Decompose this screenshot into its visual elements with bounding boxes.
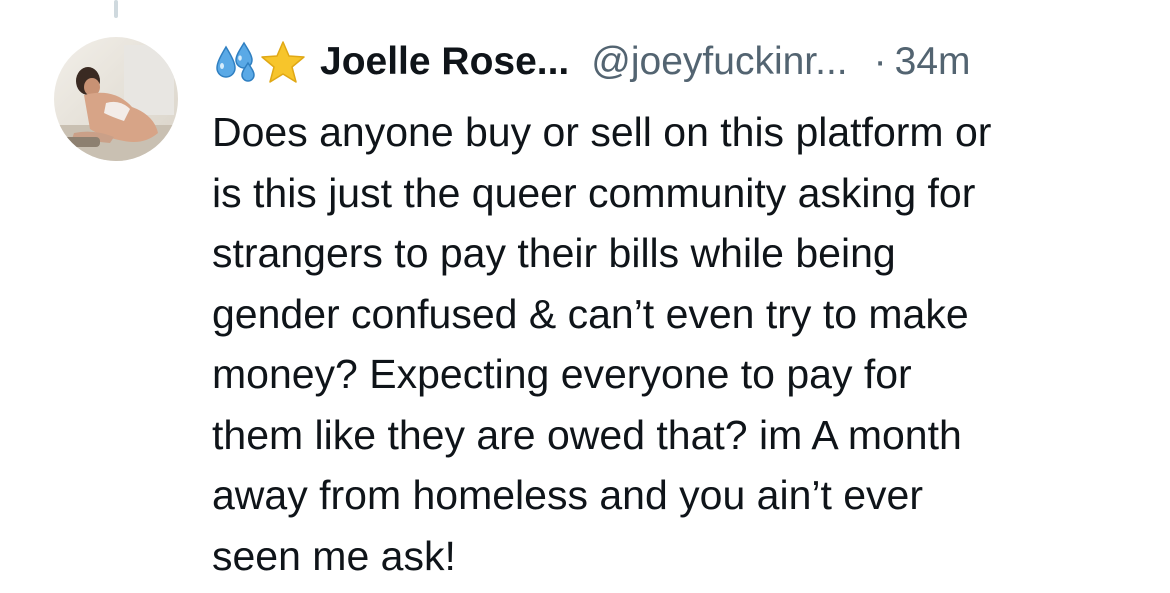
timestamp[interactable]: 34m [895,40,971,84]
post-text: Does anyone buy or sell on this platform… [212,109,992,579]
post-header: Joelle Rose... @joeyfuckinr... · 34m [214,34,971,90]
display-name[interactable]: Joelle Rose... [320,40,569,84]
post[interactable]: Joelle Rose... @joeyfuckinr... · 34m Doe… [0,0,1170,593]
star-icon [260,40,306,84]
avatar[interactable] [54,37,178,161]
sweat-droplets-icon [214,41,260,83]
avatar-photo [54,37,178,161]
name-emojis [214,40,306,84]
handle[interactable]: @joeyfuckinr... [591,40,847,84]
timestamp-separator: · [873,40,887,83]
